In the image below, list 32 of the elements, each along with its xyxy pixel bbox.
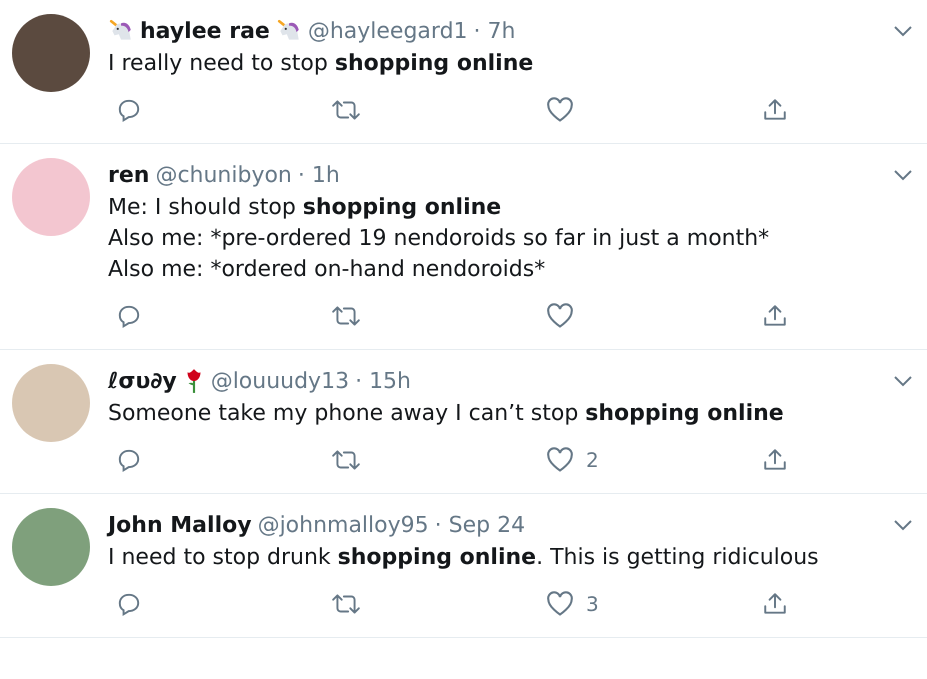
reply-icon[interactable] xyxy=(116,591,142,617)
author-name[interactable]: ℓσυ∂у xyxy=(108,364,177,398)
tweet-text: Also me: *pre-ordered 19 nendoroids so far in just a month* xyxy=(108,225,770,253)
reply-icon[interactable] xyxy=(116,447,142,473)
tweet-time[interactable]: · 1h xyxy=(298,158,340,192)
author-name[interactable]: John Malloy xyxy=(108,508,252,542)
tweet-time[interactable]: · Sep 24 xyxy=(434,508,526,542)
like-count: 3 xyxy=(586,591,599,618)
chevron-down-icon[interactable] xyxy=(893,375,913,387)
tweet-time[interactable]: · 15h xyxy=(355,364,412,398)
chevron-down-icon[interactable] xyxy=(893,169,913,181)
author-name[interactable]: ren xyxy=(108,158,150,192)
author-handle[interactable]: @hayleegard1 xyxy=(308,14,468,48)
tweet-text: Me: I should stop shopping online xyxy=(108,194,502,222)
author-name[interactable]: haylee rae xyxy=(140,14,270,48)
tweet-time[interactable]: · 7h xyxy=(474,14,516,48)
author-handle[interactable]: @chunibyon xyxy=(155,158,292,192)
tweet-text: Someone take my phone away I can’t stop shopping online xyxy=(108,400,785,428)
tweet-text: Also me: *ordered on-hand nendoroids* xyxy=(108,256,546,284)
heart-icon[interactable] xyxy=(546,447,574,473)
tweet-text: I really need to stop shopping online xyxy=(108,50,534,78)
tweet-text: I need to stop drunk shopping online. This is getting ridiculous xyxy=(108,544,820,572)
chevron-down-icon[interactable] xyxy=(893,25,913,37)
author-handle[interactable]: @johnmalloy95 xyxy=(258,508,429,542)
author-handle[interactable]: @louuudy13 xyxy=(210,364,350,398)
heart-icon[interactable] xyxy=(546,97,574,123)
like-count: 2 xyxy=(586,447,599,474)
reply-icon[interactable] xyxy=(116,303,142,329)
heart-icon[interactable] xyxy=(546,591,574,617)
heart-icon[interactable] xyxy=(546,303,574,329)
reply-icon[interactable] xyxy=(116,97,142,123)
chevron-down-icon[interactable] xyxy=(893,519,913,531)
